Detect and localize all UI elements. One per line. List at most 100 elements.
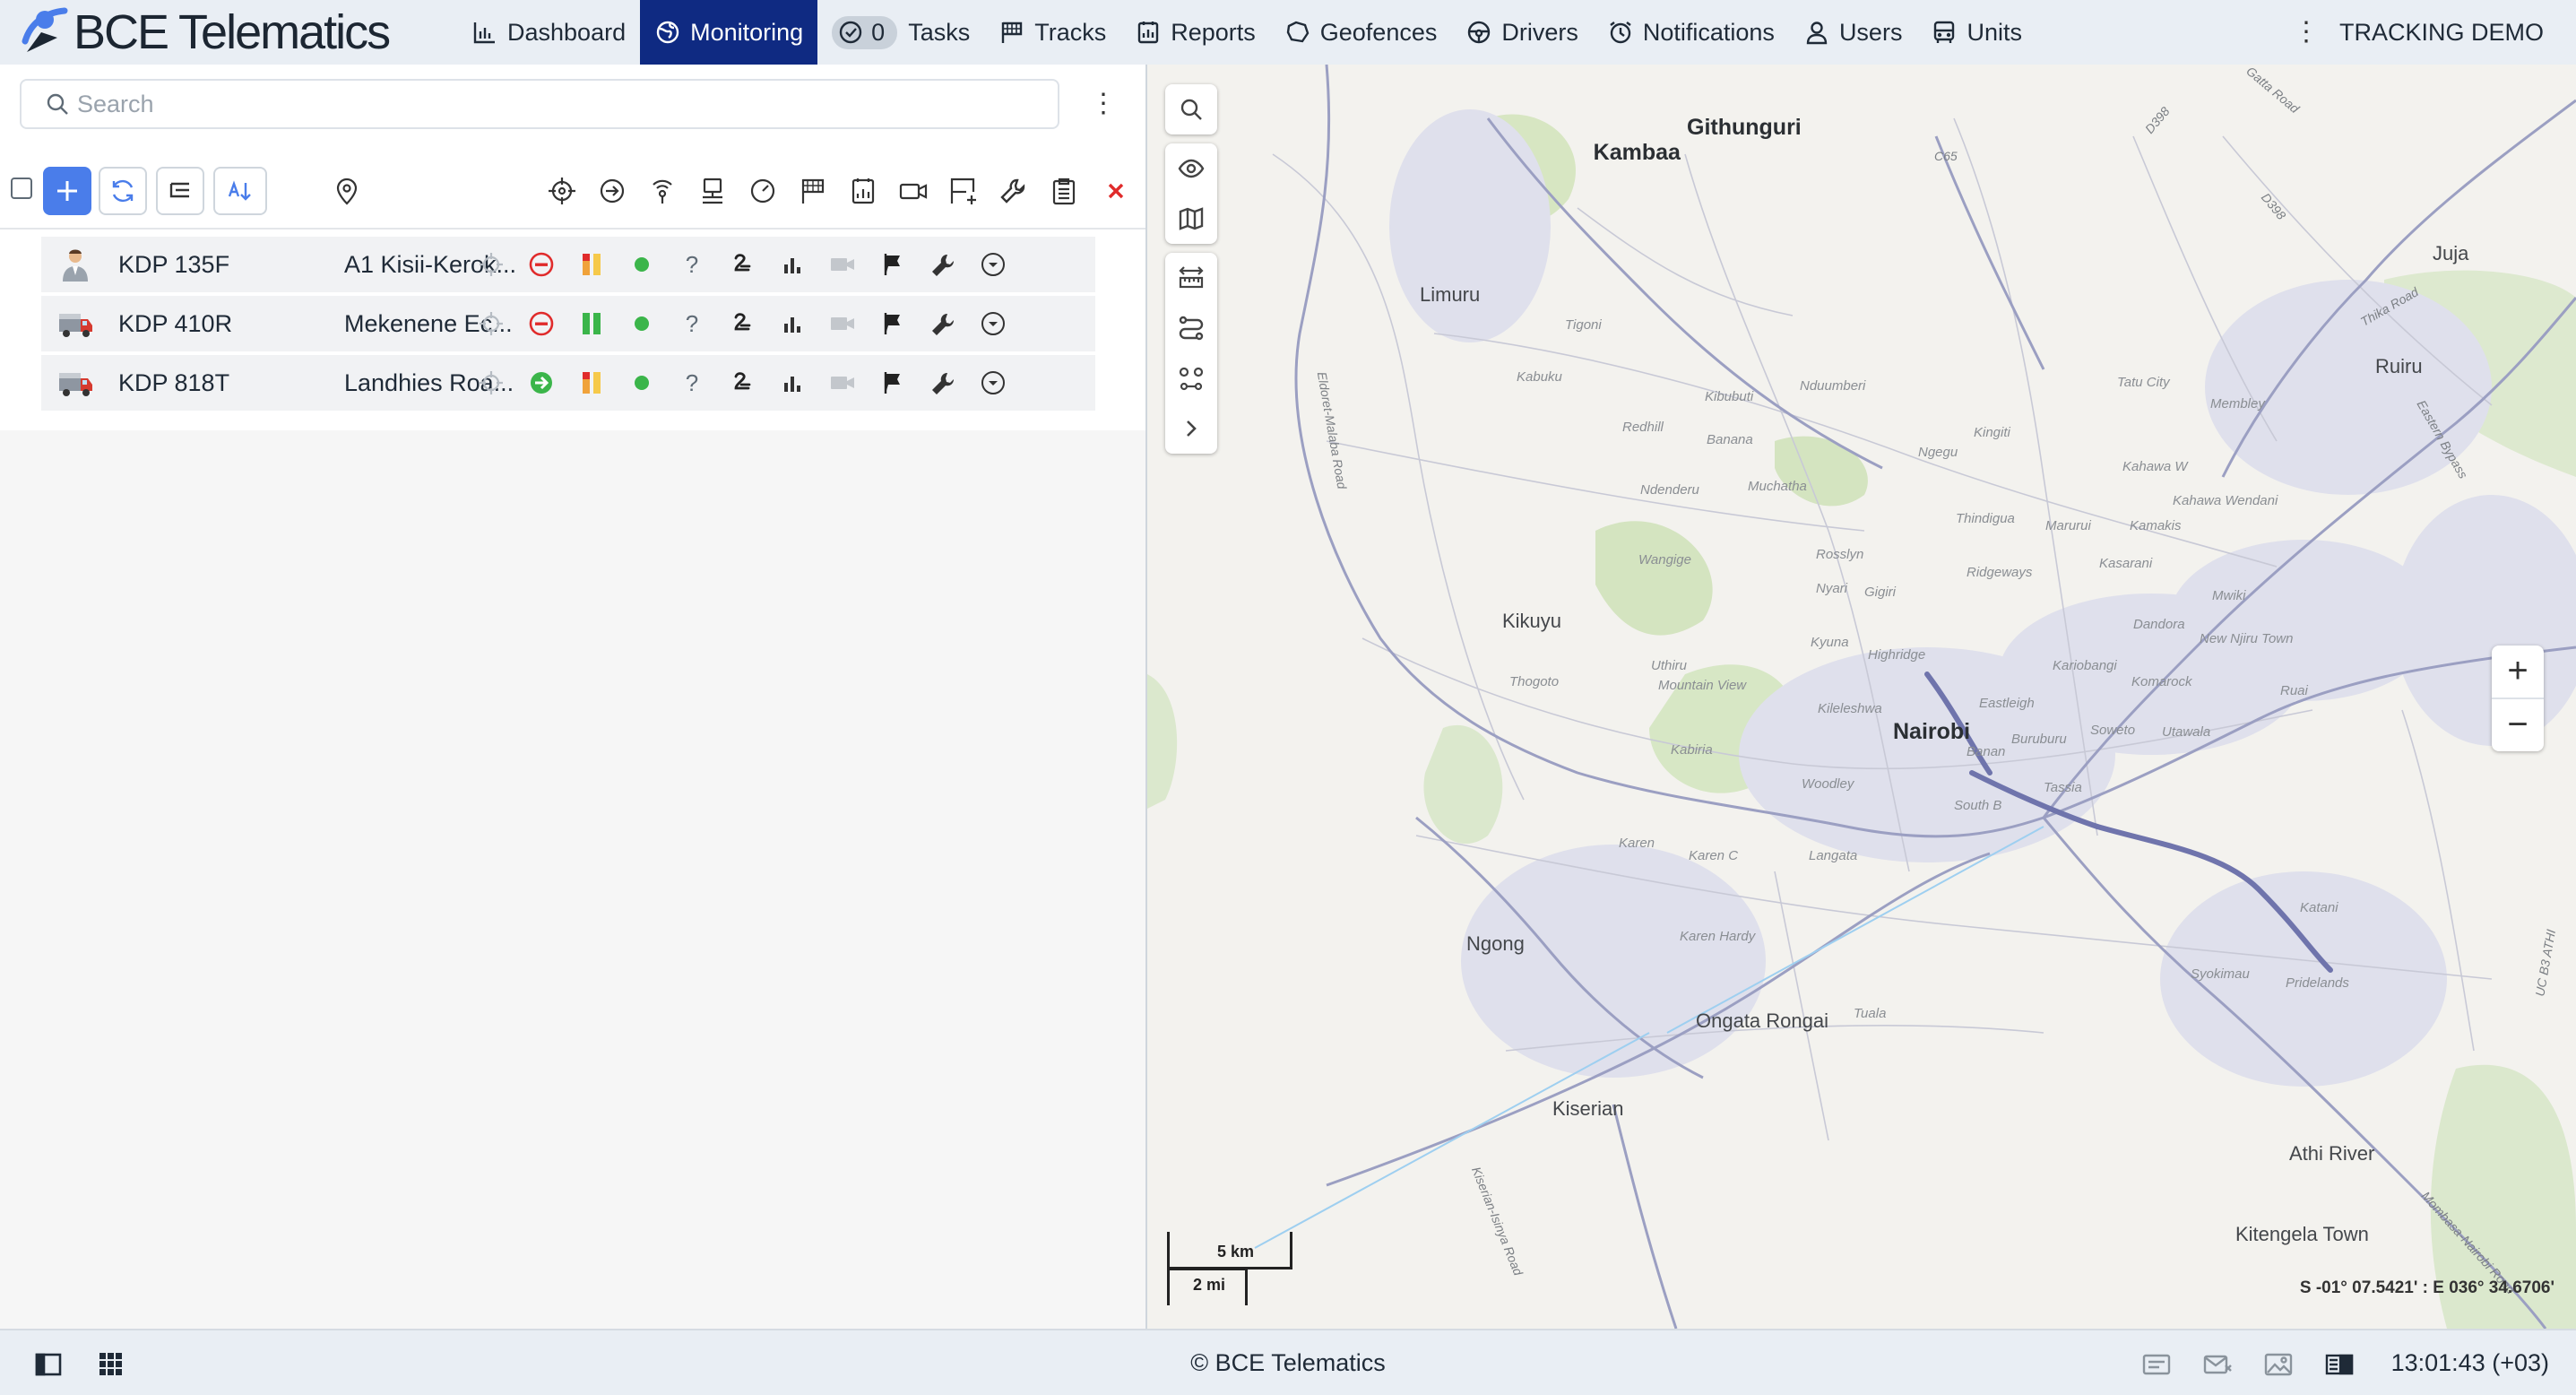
map-icon [1179, 207, 1204, 230]
place-new-njiru: New Njiru Town [2200, 631, 2294, 646]
col-video[interactable] [896, 174, 930, 208]
map-scale: 5 km 2 mi [1167, 1232, 1301, 1305]
account-name[interactable]: TRACKING DEMO [2339, 0, 2544, 65]
layout-button[interactable] [2323, 1348, 2356, 1381]
main-nav: Dashboard Monitoring 0 Tasks Tracks Repo… [457, 0, 2036, 65]
arrow-circle-icon [600, 178, 625, 204]
refresh-button[interactable] [99, 167, 147, 215]
more-menu-icon[interactable]: ⋮ [2293, 14, 2320, 50]
zoom-out-button[interactable]: − [2492, 699, 2544, 751]
col-speed[interactable] [746, 174, 780, 208]
locate-button[interactable] [476, 368, 506, 398]
sort-button[interactable] [213, 167, 267, 215]
mail-button[interactable] [2201, 1348, 2234, 1381]
flag-button[interactable] [877, 308, 908, 339]
service-button[interactable] [928, 368, 958, 398]
report-button[interactable] [777, 249, 808, 280]
units-panel-content: Search ⋮ KDP 135F A1 Kisii-Kerok... ? KD… [0, 65, 1145, 430]
panel-menu-icon[interactable]: ⋮ [1090, 86, 1117, 122]
track-button[interactable] [727, 308, 757, 339]
unit-row[interactable]: KDP 818T Landhies Roa...? [41, 355, 1095, 411]
search-input[interactable]: Search [20, 79, 1059, 129]
place-redhill: Redhill [1622, 420, 1664, 435]
unit-name[interactable]: KDP 135F [118, 237, 229, 292]
col-trips[interactable] [796, 174, 830, 208]
place-kabuku: Kabuku [1517, 369, 1562, 385]
locate-button[interactable] [476, 308, 506, 339]
zoom-in-button[interactable]: + [2492, 646, 2544, 698]
logo[interactable]: BCE Telematics [0, 0, 457, 65]
map-visibility-button[interactable] [1165, 143, 1217, 194]
nav-monitoring[interactable]: Monitoring [640, 0, 818, 65]
map-search-button[interactable] [1165, 84, 1217, 134]
unit-row[interactable]: KDP 135F A1 Kisii-Kerok...? [41, 237, 1095, 292]
place-kamakis: Kamakis [2130, 518, 2182, 533]
video-button[interactable] [827, 249, 858, 280]
images-button[interactable] [2262, 1348, 2295, 1381]
col-device[interactable] [696, 174, 730, 208]
col-movement[interactable] [595, 174, 629, 208]
nav-tasks-label: Tasks [908, 18, 971, 46]
map-layers-button[interactable] [1165, 194, 1217, 244]
flag-button[interactable] [877, 368, 908, 398]
copyright: © BCE Telematics [1190, 1349, 1386, 1376]
messages-button[interactable] [2140, 1348, 2173, 1381]
track-button[interactable] [727, 249, 757, 280]
expand-button[interactable] [978, 308, 1008, 339]
video-button[interactable] [827, 308, 858, 339]
nav-drivers-label: Drivers [1501, 18, 1578, 46]
unit-name[interactable]: KDP 818T [118, 355, 229, 411]
col-connection[interactable] [645, 174, 679, 208]
nav-geofences[interactable]: Geofences [1270, 0, 1452, 65]
nav-dashboard[interactable]: Dashboard [457, 0, 640, 65]
bar-chart-icon [473, 22, 495, 44]
nav-monitoring-label: Monitoring [690, 18, 804, 46]
service-button[interactable] [928, 249, 958, 280]
movement-status[interactable] [526, 249, 557, 280]
expand-button[interactable] [978, 368, 1008, 398]
split-view-icon [2325, 1354, 2354, 1375]
nav-reports[interactable]: Reports [1120, 0, 1270, 65]
col-service[interactable] [997, 174, 1031, 208]
nav-tasks[interactable]: 0 Tasks [817, 0, 984, 65]
track-button[interactable] [727, 368, 757, 398]
group-tree-button[interactable] [156, 167, 204, 215]
report-button[interactable] [777, 368, 808, 398]
movement-status[interactable] [526, 308, 557, 339]
video-button[interactable] [827, 368, 858, 398]
service-button[interactable] [928, 308, 958, 339]
message-icon [2142, 1354, 2171, 1375]
map-measure-button[interactable] [1165, 253, 1217, 303]
col-geofence[interactable] [947, 174, 981, 208]
add-unit-button[interactable] [43, 167, 91, 215]
fuel-indicator[interactable] [576, 368, 607, 398]
place-kitengela: Kitengela Town [2235, 1223, 2369, 1245]
map-expand-button[interactable] [1165, 403, 1217, 454]
col-notes[interactable] [1047, 174, 1081, 208]
online-status-dot [635, 316, 649, 331]
col-locate[interactable] [545, 174, 579, 208]
locate-button[interactable] [476, 249, 506, 280]
map-route-button[interactable] [1165, 303, 1217, 353]
map[interactable]: Githunguri Kambaa Limuru Kikuyu Nairobi … [1147, 65, 2576, 1329]
movement-status[interactable] [526, 368, 557, 398]
nav-drivers[interactable]: Drivers [1451, 0, 1593, 65]
place-athi-river: Athi River [2289, 1142, 2375, 1165]
col-reports[interactable] [846, 174, 880, 208]
clear-filter-button[interactable] [1099, 174, 1133, 208]
fuel-indicator[interactable] [576, 249, 607, 280]
unit-row[interactable]: KDP 410R Mekenene Ec...? [41, 296, 1095, 351]
report-button[interactable] [777, 308, 808, 339]
fuel-indicator[interactable] [576, 308, 607, 339]
nav-tracks[interactable]: Tracks [984, 0, 1120, 65]
expand-button[interactable] [978, 249, 1008, 280]
select-all-checkbox[interactable] [11, 178, 32, 199]
unit-name[interactable]: KDP 410R [118, 296, 232, 351]
nav-units[interactable]: Units [1916, 0, 2036, 65]
nav-users[interactable]: Users [1789, 0, 1917, 65]
flag-button[interactable] [877, 249, 908, 280]
location-pin-button[interactable] [330, 174, 364, 208]
waypoints-icon [1179, 367, 1204, 391]
map-points-button[interactable] [1165, 353, 1217, 403]
nav-notifications[interactable]: Notifications [1593, 0, 1789, 65]
